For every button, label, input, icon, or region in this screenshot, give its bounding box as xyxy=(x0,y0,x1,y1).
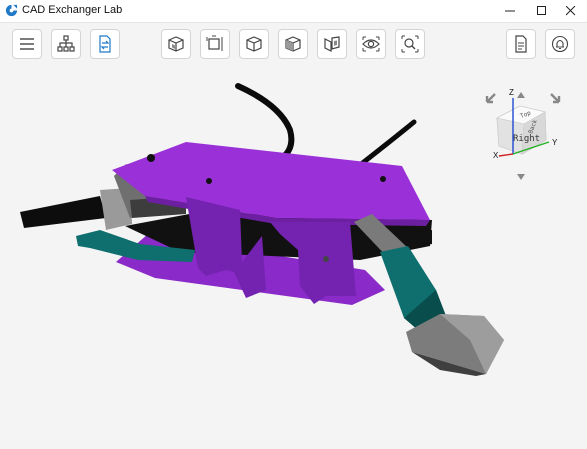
left-handle xyxy=(20,196,106,228)
axis-x-label: X xyxy=(493,151,499,160)
view-front-icon xyxy=(168,36,184,52)
rotate-right-arrow[interactable] xyxy=(550,93,561,104)
visibility-icon xyxy=(362,36,380,52)
view-exploded-button[interactable] xyxy=(317,29,347,59)
visibility-button[interactable] xyxy=(356,29,386,59)
axis-z-label: Z xyxy=(509,88,514,97)
cable-top xyxy=(235,83,295,161)
zoom-fit-button[interactable] xyxy=(395,29,425,59)
view-section-button[interactable] xyxy=(278,29,308,59)
view-cube[interactable]: Right Top Back Z X Y xyxy=(480,80,580,190)
plate-hole xyxy=(147,154,155,162)
import-export-icon xyxy=(99,35,111,53)
notifications-button[interactable] xyxy=(545,29,575,59)
view-dimension-icon xyxy=(206,35,223,51)
rotate-left-arrow[interactable] xyxy=(485,93,496,104)
rotate-down-arrow[interactable] xyxy=(517,174,525,180)
view-exploded-icon xyxy=(324,36,340,52)
view-section-icon xyxy=(285,36,301,52)
plate-hole xyxy=(380,176,386,182)
menu-icon xyxy=(20,38,34,50)
menu-button[interactable] xyxy=(12,29,42,59)
maximize-button[interactable] xyxy=(526,0,558,22)
cube-face-label: Right xyxy=(513,134,540,144)
zoom-fit-icon xyxy=(401,35,419,53)
structure-tree-button[interactable] xyxy=(51,29,81,59)
axis-y-label: Y xyxy=(552,138,558,147)
view-iso-icon xyxy=(246,36,262,52)
import-export-button[interactable] xyxy=(90,29,120,59)
cable-right xyxy=(357,119,417,168)
app-logo-icon xyxy=(5,4,18,17)
view-iso-button[interactable] xyxy=(239,29,269,59)
view-front-button[interactable] xyxy=(161,29,191,59)
title-bar: CAD Exchanger Lab xyxy=(0,0,587,23)
notifications-icon xyxy=(551,35,569,53)
minimize-button[interactable] xyxy=(494,0,526,22)
properties-icon xyxy=(515,35,527,53)
window-title: CAD Exchanger Lab xyxy=(22,4,123,16)
close-icon xyxy=(566,6,576,16)
rotate-up-arrow[interactable] xyxy=(517,92,525,98)
close-button[interactable] xyxy=(555,0,587,22)
properties-button[interactable] xyxy=(506,29,536,59)
3d-viewport[interactable]: Right Top Back Z X Y xyxy=(0,70,587,444)
minimize-icon xyxy=(505,10,515,12)
x-axis xyxy=(498,153,514,157)
view-dimension-button[interactable] xyxy=(200,29,230,59)
structure-tree-icon xyxy=(57,35,75,52)
maximize-icon xyxy=(537,6,546,15)
plate-hole xyxy=(206,178,212,184)
